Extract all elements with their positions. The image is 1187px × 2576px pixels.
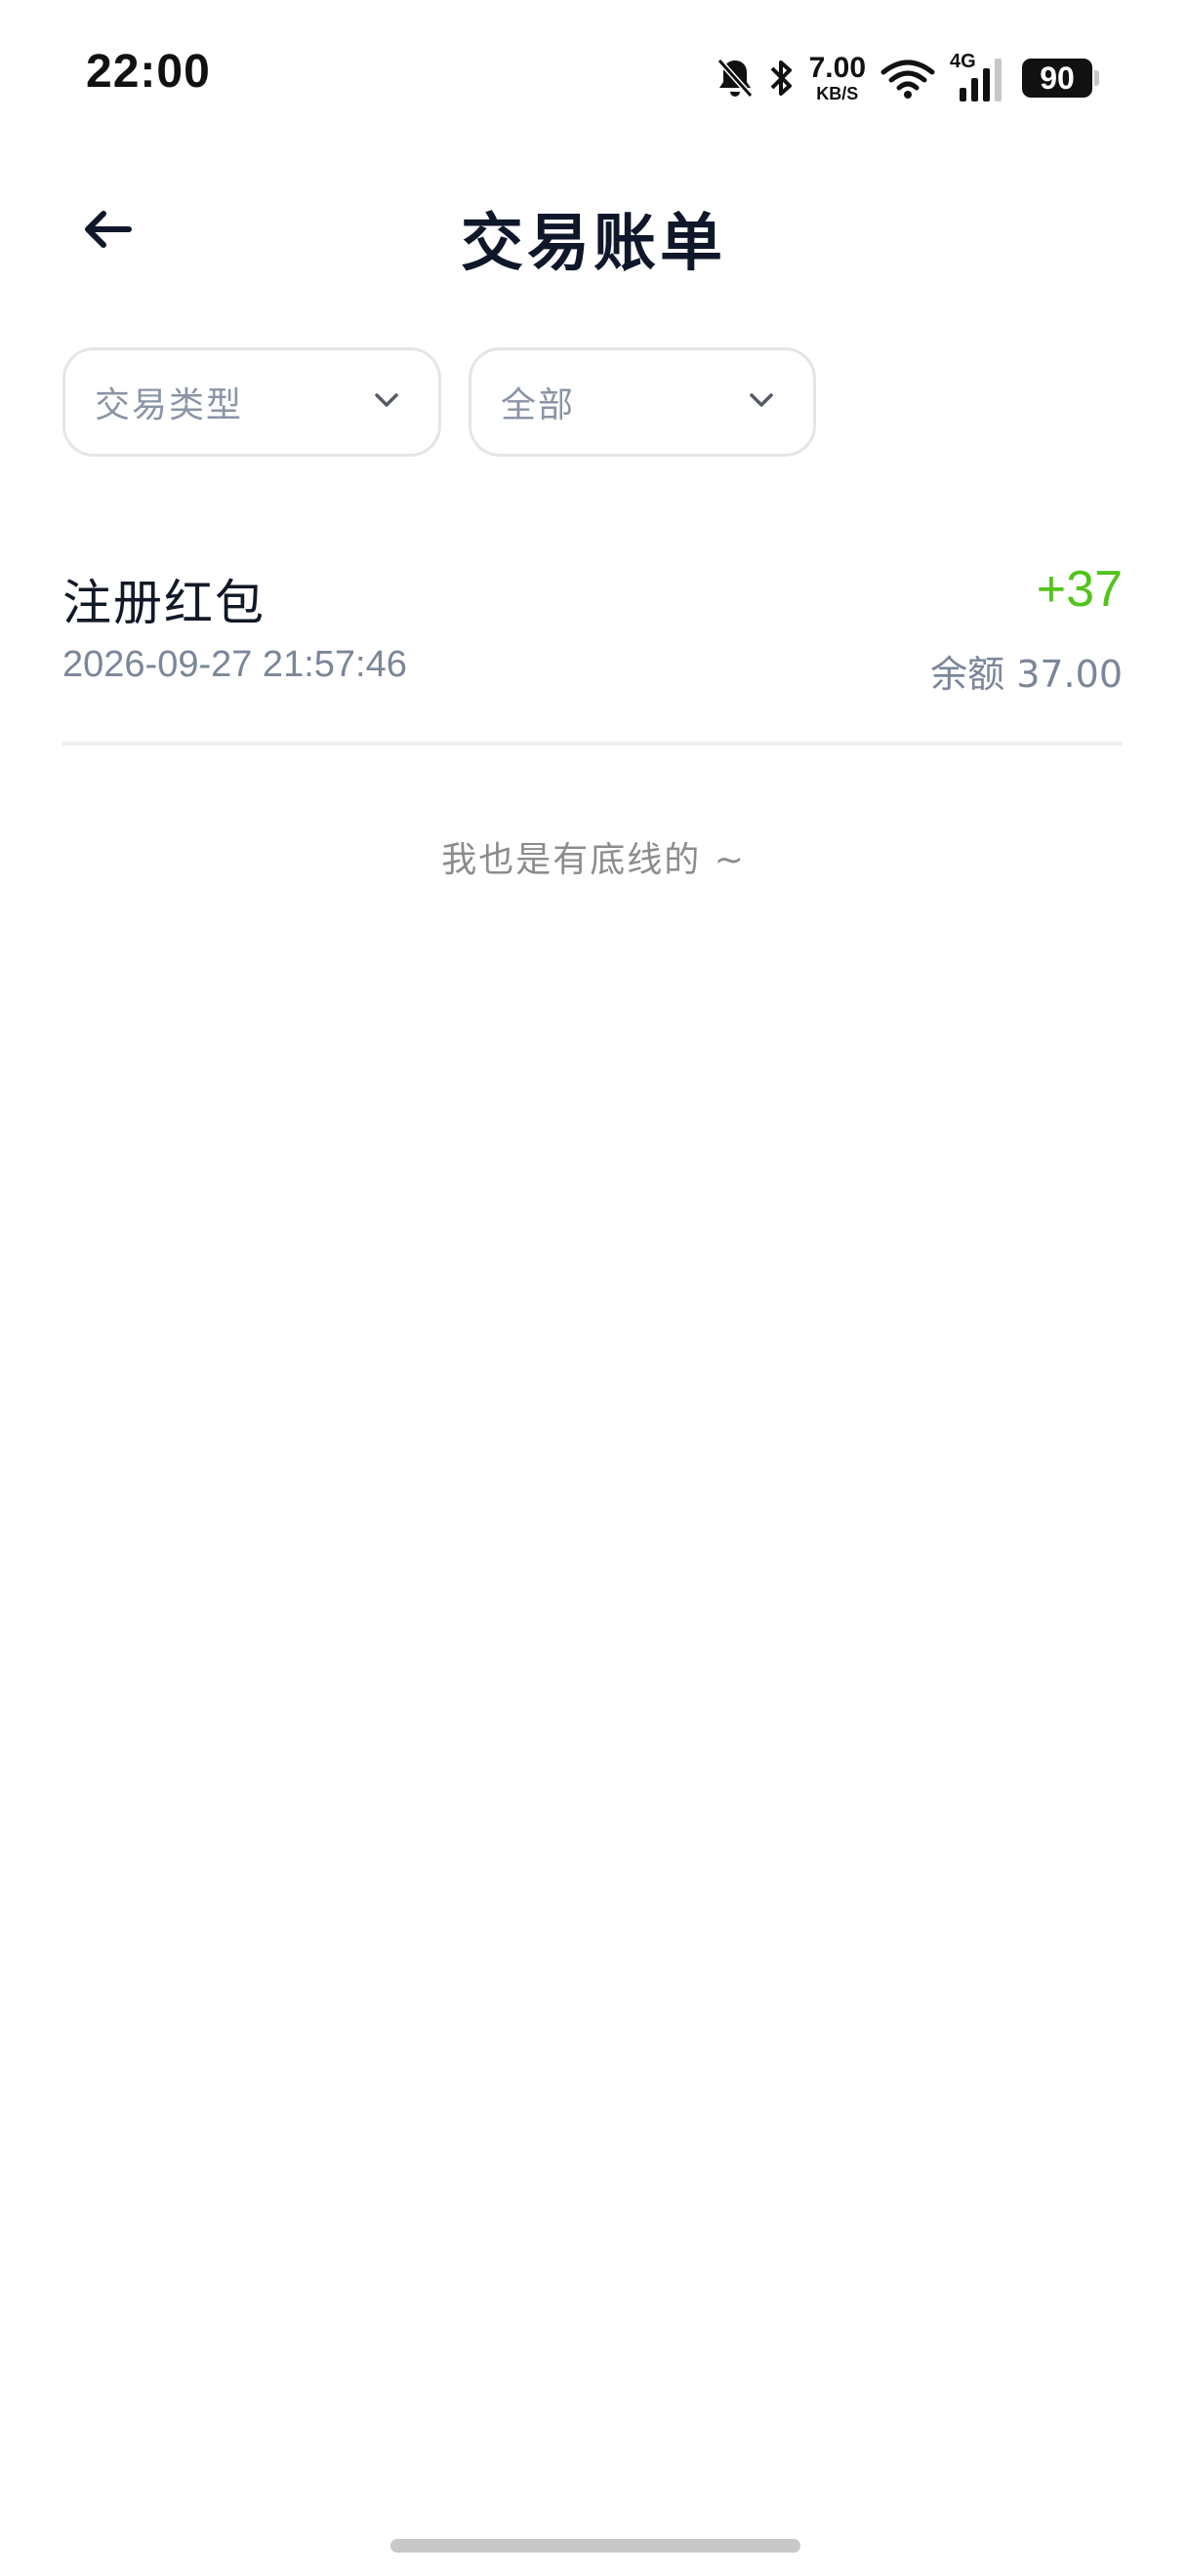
filter-bar: 交易类型 全部 [62,347,816,457]
network-speed: 7.00 KB/S [808,52,866,103]
range-label: 全部 [501,385,576,425]
battery-icon: 90 [1022,59,1099,98]
transaction-list: 注册红包 +37 2026-09-27 21:57:46 余额 37.00 [62,546,1123,745]
battery-cap [1094,70,1099,86]
transaction-amount: +37 [1036,561,1123,618]
cellular-signal-icon: 4G [950,51,1008,105]
status-icons: 7.00 KB/S 4G 90 [716,51,1099,105]
bell-muted-icon [716,57,755,100]
status-bar: 22:00 7.00 KB/S 4G 90 [0,0,1187,156]
page-title: 交易账单 [461,208,726,280]
status-time: 22:00 [86,46,211,98]
transaction-time: 2026-09-27 21:57:46 [62,644,407,685]
transaction-type-dropdown[interactable]: 交易类型 [62,347,441,457]
transaction-row[interactable]: 注册红包 +37 2026-09-27 21:57:46 余额 37.00 [62,546,1123,745]
bluetooth-icon [768,57,796,100]
transaction-name: 注册红包 [62,575,266,631]
network-speed-unit: KB/S [816,84,859,103]
battery-level: 90 [1022,59,1092,98]
home-indicator[interactable] [390,2539,800,2553]
wifi-icon [880,57,936,100]
transaction-balance: 余额 37.00 [930,653,1123,696]
chevron-down-icon [372,390,401,414]
transaction-type-label: 交易类型 [95,385,244,425]
list-end-note: 我也是有底线的 ~ [441,840,746,880]
network-speed-value: 7.00 [808,52,866,84]
header: 交易账单 [0,176,1187,283]
chevron-down-icon [747,390,776,414]
range-dropdown[interactable]: 全部 [469,347,816,457]
